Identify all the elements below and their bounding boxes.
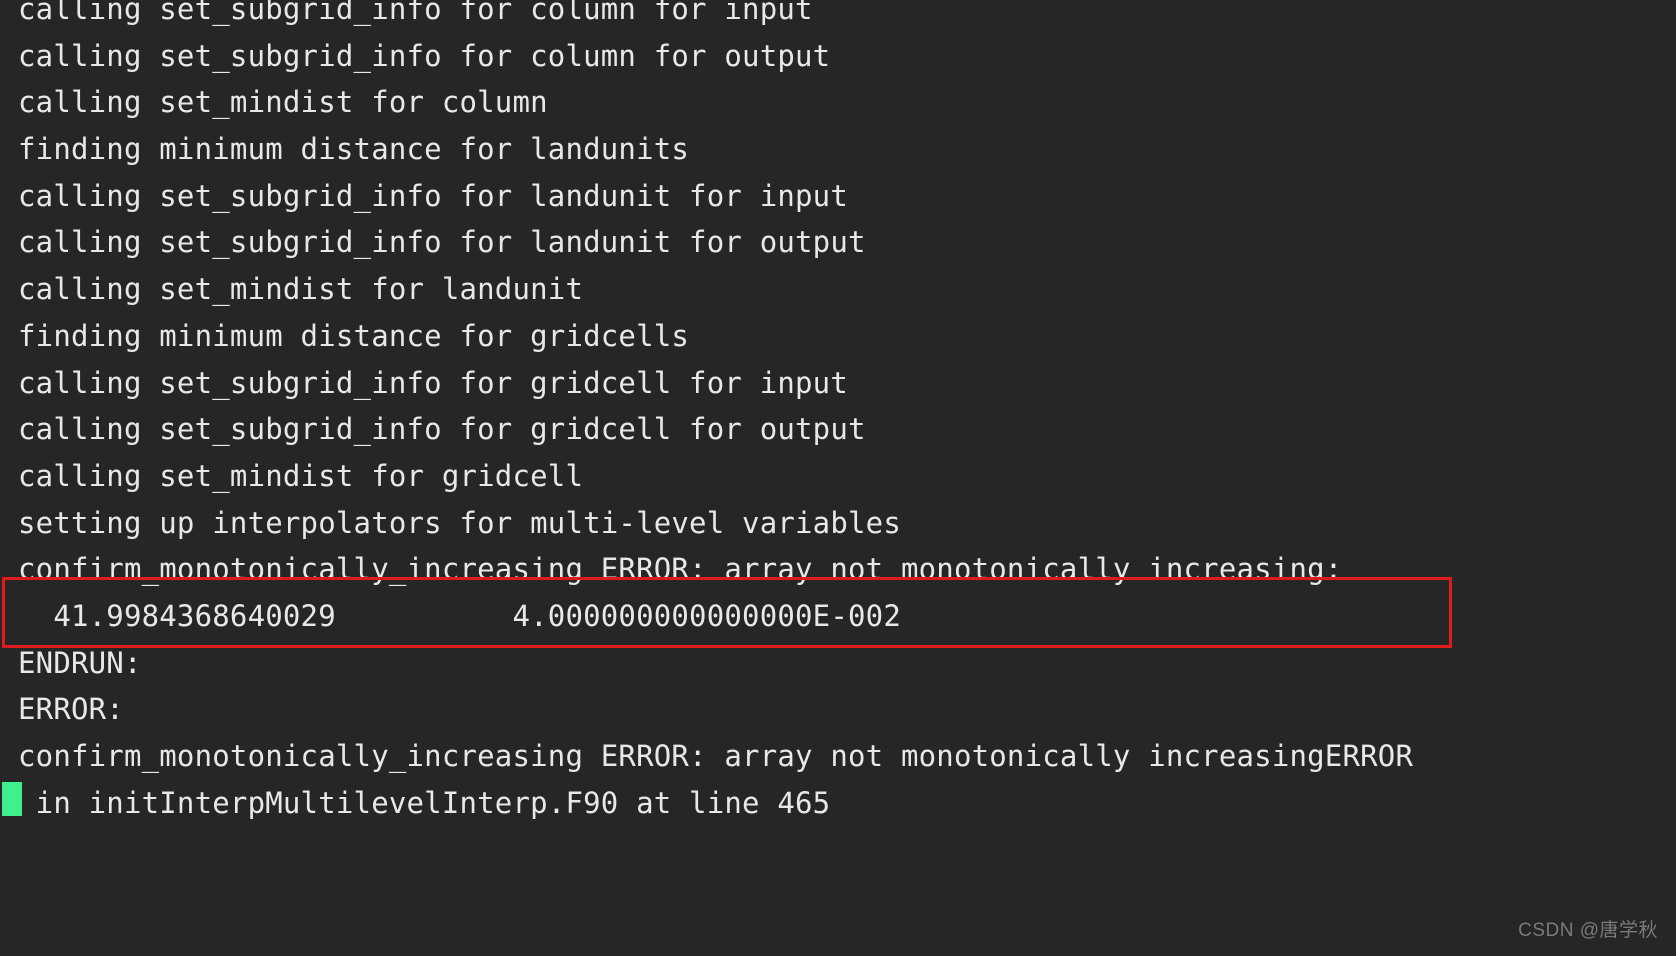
terminal-line: calling set_subgrid_info for column for …	[18, 0, 813, 26]
terminal-line: setting up interpolators for multi-level…	[18, 505, 901, 540]
terminal-line-endrun: ENDRUN:	[18, 645, 142, 680]
terminal-line: calling set_mindist for column	[18, 85, 548, 120]
terminal-cursor	[2, 782, 22, 816]
terminal-line: calling set_subgrid_info for landunit fo…	[18, 225, 866, 260]
terminal-line: calling set_mindist for landunit	[18, 272, 584, 307]
terminal-output: calling set_subgrid_info for column for …	[0, 0, 1676, 826]
terminal-line-error-label: ERROR:	[18, 692, 124, 727]
terminal-line: finding minimum distance for landunits	[18, 132, 690, 167]
terminal-line-source-location: in initInterpMultilevelInterp.F90 at lin…	[18, 785, 831, 820]
terminal-line: calling set_subgrid_info for landunit fo…	[18, 178, 848, 213]
terminal-line-error-values: 41.9984368640029 4.000000000000000E-002	[18, 598, 901, 633]
terminal-line: calling set_subgrid_info for gridcell fo…	[18, 412, 866, 447]
csdn-watermark: CSDN @唐学秋	[1518, 920, 1658, 941]
terminal-line: finding minimum distance for gridcells	[18, 318, 690, 353]
terminal-line-error-repeat: confirm_monotonically_increasing ERROR: …	[18, 739, 1414, 773]
terminal-window[interactable]: calling set_subgrid_info for column for …	[0, 0, 1676, 956]
terminal-line: calling set_subgrid_info for column for …	[18, 38, 831, 73]
terminal-line: calling set_mindist for gridcell	[18, 458, 584, 493]
terminal-line: calling set_subgrid_info for gridcell fo…	[18, 365, 848, 400]
terminal-line-error-header: confirm_monotonically_increasing ERROR: …	[18, 552, 1343, 587]
